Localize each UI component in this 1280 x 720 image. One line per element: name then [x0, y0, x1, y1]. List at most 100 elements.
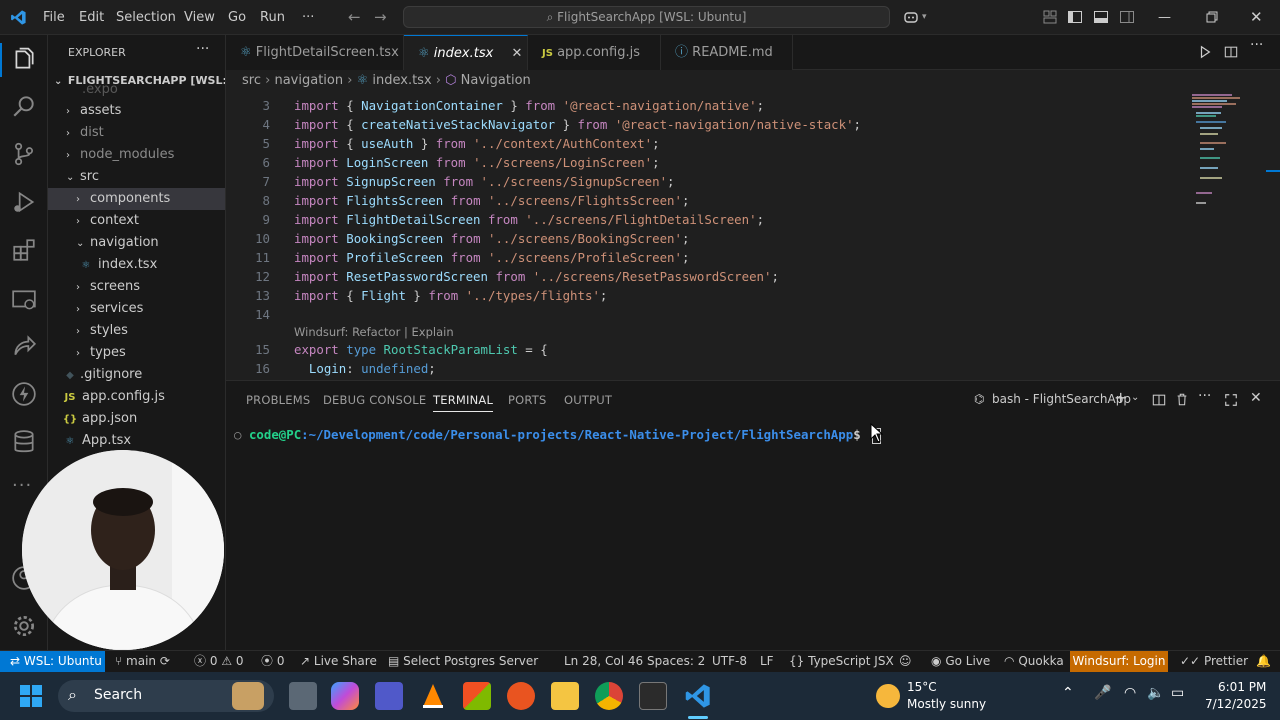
clock-date[interactable]: 7/12/2025 — [1205, 697, 1267, 711]
back-arrow-icon[interactable]: ← — [348, 0, 361, 35]
vlc-icon[interactable] — [419, 682, 447, 710]
tab-flight-detail-screen[interactable]: ⚛ FlightDetailScreen.tsx — [226, 35, 404, 70]
live-share-button[interactable]: ↗ Live Share — [300, 651, 377, 672]
code-line[interactable]: import SignupScreen from '../screens/Sig… — [294, 174, 675, 189]
tab-app-config[interactable]: JS app.config.js — [528, 35, 661, 70]
code-line[interactable]: import { NavigationContainer } from '@re… — [294, 98, 764, 113]
remote-explorer-icon[interactable] — [11, 287, 37, 313]
minimize-icon[interactable]: — — [1158, 0, 1171, 35]
menu-file[interactable]: File — [43, 0, 65, 35]
tree-item-screens[interactable]: › screens — [48, 276, 225, 298]
vscode-taskbar-icon[interactable] — [684, 682, 712, 710]
chrome-icon[interactable] — [595, 682, 623, 710]
breadcrumb-navigation[interactable]: navigation — [274, 73, 343, 88]
prettier-button[interactable]: ✓✓ Prettier — [1180, 651, 1248, 672]
more-views-icon[interactable]: ··· — [12, 475, 32, 496]
search-view-icon[interactable] — [11, 93, 37, 119]
teams-icon[interactable] — [375, 682, 403, 710]
toggle-panel-icon[interactable] — [1093, 9, 1109, 25]
terminal-name[interactable]: bash - FlightSearchApp — [992, 392, 1131, 406]
split-terminal-icon[interactable] — [1152, 393, 1166, 407]
tree-item-dist[interactable]: › dist — [48, 122, 225, 144]
tree-item-app-config[interactable]: JS app.config.js — [48, 386, 225, 408]
code-line[interactable]: Login: undefined; — [294, 361, 436, 376]
command-center-search[interactable]: ⌕ FlightSearchApp [WSL: Ubuntu] — [403, 6, 890, 28]
extensions-icon[interactable] — [11, 237, 37, 263]
ports-indicator[interactable]: ⦿ 0 — [261, 651, 284, 672]
tree-item-styles[interactable]: › styles — [48, 320, 225, 342]
code-line[interactable]: import { createNativeStackNavigator } fr… — [294, 117, 861, 132]
settings-gear-icon[interactable] — [11, 613, 37, 639]
branch-indicator[interactable]: ⑂ main ⟳ — [115, 651, 170, 672]
microsoft-store-icon[interactable] — [463, 682, 491, 710]
ubuntu-icon[interactable] — [507, 682, 535, 710]
weather-temperature[interactable]: 15°C — [907, 680, 937, 694]
new-terminal-icon[interactable]: + — [1114, 388, 1127, 407]
tree-item-src[interactable]: ⌄ src — [48, 166, 225, 188]
code-line[interactable]: import LoginScreen from '../screens/Logi… — [294, 155, 660, 170]
restore-icon[interactable] — [1204, 9, 1220, 25]
task-view-icon[interactable] — [289, 682, 317, 710]
cursor-position[interactable]: Ln 28, Col 46 — [564, 651, 643, 672]
tab-readme[interactable]: ⓘ README.md — [661, 35, 793, 70]
code-editor[interactable]: 3 import { NavigationContainer } from '@r… — [226, 92, 1280, 380]
wifi-icon[interactable]: ◠ — [1124, 685, 1136, 701]
code-line[interactable]: import { Flight } from '../types/flights… — [294, 288, 607, 303]
microphone-icon[interactable]: 🎤 — [1094, 685, 1111, 701]
toggle-sidebar-icon[interactable] — [1067, 9, 1083, 25]
tree-item-index-tsx[interactable]: ⚛ index.tsx — [48, 254, 225, 276]
maximize-panel-icon[interactable] — [1224, 393, 1238, 407]
panel-tab-output[interactable]: OUTPUT — [564, 393, 612, 407]
code-line[interactable]: export type RootStackParamList = { — [294, 342, 548, 357]
weather-description[interactable]: Mostly sunny — [907, 697, 986, 711]
terminal-app-icon[interactable] — [639, 682, 667, 710]
language-mode[interactable]: {} TypeScript JSX — [789, 651, 894, 672]
copilot-status-icon[interactable]: ☺ — [899, 651, 912, 672]
tree-item-app-tsx[interactable]: ⚛ App.tsx — [48, 430, 225, 452]
windsurf-codelens[interactable]: Windsurf: Refactor | Explain — [294, 325, 454, 339]
indentation[interactable]: Spaces: 2 — [647, 651, 705, 672]
tree-item-assets[interactable]: › assets — [48, 100, 225, 122]
panel-tab-problems[interactable]: PROBLEMS — [246, 393, 310, 407]
panel-more-icon[interactable]: ··· — [1198, 388, 1211, 404]
tree-item-gitignore[interactable]: ◆ .gitignore — [48, 364, 225, 386]
forward-arrow-icon[interactable]: → — [374, 0, 387, 35]
run-debug-icon[interactable] — [11, 189, 37, 215]
vscode-logo-icon[interactable] — [10, 9, 27, 26]
breadcrumb-symbol[interactable]: Navigation — [461, 73, 531, 88]
menu-edit[interactable]: Edit — [79, 0, 104, 35]
tree-item-navigation[interactable]: ⌄ navigation — [48, 232, 225, 254]
problems-indicator[interactable]: ⓧ 0 ⚠ 0 — [194, 651, 244, 672]
tree-item-context[interactable]: › context — [48, 210, 225, 232]
taskbar-search[interactable]: ⌕ Search — [58, 680, 274, 712]
windsurf-icon[interactable] — [11, 381, 37, 407]
notifications-bell-icon[interactable]: 🔔 — [1256, 651, 1271, 672]
weather-sun-icon[interactable] — [876, 684, 900, 708]
code-line[interactable]: import { useAuth } from '../context/Auth… — [294, 136, 660, 151]
close-tab-icon[interactable]: ✕ — [511, 46, 522, 61]
split-editor-icon[interactable] — [1224, 45, 1238, 59]
editor-more-icon[interactable]: ··· — [1250, 37, 1263, 53]
sync-icon[interactable]: ⟳ — [160, 654, 170, 668]
close-window-icon[interactable]: ✕ — [1250, 0, 1263, 35]
panel-tab-debug-console[interactable]: DEBUG CONSOLE — [323, 393, 426, 407]
tab-index-tsx[interactable]: ⚛ index.tsx ✕ — [404, 35, 528, 70]
explorer-more-icon[interactable]: ··· — [196, 41, 209, 57]
copilot-app-icon[interactable] — [331, 682, 359, 710]
copilot-icon[interactable] — [903, 9, 919, 25]
copilot-chevron-icon[interactable]: ▾ — [922, 0, 927, 35]
end-of-line[interactable]: LF — [760, 651, 774, 672]
battery-icon[interactable]: ▭ — [1171, 685, 1184, 701]
file-explorer-icon[interactable] — [551, 682, 579, 710]
volume-icon[interactable]: 🔈 — [1147, 685, 1164, 701]
tree-item-node-modules[interactable]: › node_modules — [48, 144, 225, 166]
close-panel-icon[interactable]: ✕ — [1250, 390, 1262, 406]
terminal-prompt[interactable]: ○ code@PC:~/Development/code/Personal-pr… — [234, 427, 882, 444]
code-line[interactable]: import BookingScreen from '../screens/Bo… — [294, 231, 689, 246]
breadcrumb-file[interactable]: index.tsx — [372, 73, 431, 88]
clock-time[interactable]: 6:01 PM — [1218, 680, 1266, 694]
go-live-button[interactable]: ◉ Go Live — [931, 651, 990, 672]
trash-icon[interactable] — [1175, 392, 1189, 407]
encoding[interactable]: UTF-8 — [712, 651, 747, 672]
windsurf-login-button[interactable]: Windsurf: Login — [1070, 651, 1168, 672]
